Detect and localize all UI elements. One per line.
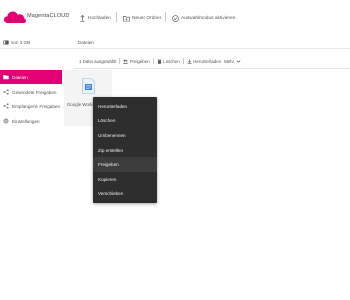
app-name: MagentaCLOUD [27,13,70,19]
select-mode-label: Auswahlmodus aktivieren [181,15,236,21]
top-bar: MagentaCLOUD Hochladen Neuer Ordner Ausw… [0,0,350,36]
divider [74,68,350,69]
new-folder-label: Neuer Ordner [132,15,162,21]
breadcrumb-root[interactable]: Dateien [74,40,94,45]
storage-icon [3,40,9,44]
sidebar-item-sent-shares[interactable]: Gesendete Freigaben [0,85,62,99]
sidebar-item-label: Dateien [12,74,28,80]
storage-indicator: von 3 GB [0,36,64,48]
menu-item-share[interactable]: Freigeben [93,157,157,172]
magenta-cloud-logo-icon[interactable] [4,10,26,24]
breadcrumb: Dateien [74,36,350,48]
divider [165,12,166,22]
more-label: Mehr [224,58,235,64]
menu-item-copy[interactable]: Kopieren [93,172,157,187]
selection-count: 1 Datei ausgewählt [79,58,117,64]
sidebar-item-settings[interactable]: Einstellungen [0,114,62,128]
share-label: Freigeben [129,58,150,64]
share-sent-icon [3,89,9,95]
sidebar-item-label: Empfangene Freigaben [12,103,61,109]
menu-item-move[interactable]: Verschieben [93,187,157,202]
sidebar-item-received-shares[interactable]: Empfangene Freigaben [0,99,62,113]
menu-item-delete[interactable]: Löschen [93,114,157,129]
sidebar-item-label: Gesendete Freigaben [12,89,57,95]
download-button[interactable]: Herunterladen [187,59,221,64]
share-button[interactable]: Freigeben [123,58,150,64]
divider [152,58,154,64]
document-icon [82,78,95,94]
delete-label: Löschen [163,58,180,64]
share-icon [123,59,129,64]
sidebar-item-files[interactable]: Dateien [0,70,62,84]
storage-label: von 3 GB [11,39,31,45]
divider [0,48,350,49]
more-button[interactable]: Mehr [224,59,241,64]
upload-label: Hochladen [88,15,111,21]
download-icon [187,58,192,64]
upload-button[interactable]: Hochladen [79,14,111,22]
menu-item-create-zip[interactable]: Zip erstellen [93,143,157,158]
menu-item-rename[interactable]: Umbenennen [93,128,157,143]
context-menu: Herunterladen Löschen Umbenennen Zip ers… [93,97,157,203]
trash-icon [157,59,162,64]
select-mode-button[interactable]: Auswahlmodus aktivieren [172,14,235,22]
divider [116,12,117,22]
new-folder-icon [123,15,130,21]
sidebar-item-label: Einstellungen [12,118,40,124]
check-circle-icon [172,14,179,22]
divider [119,58,121,64]
chevron-down-icon [236,59,241,63]
new-folder-button[interactable]: Neuer Ordner [123,14,161,22]
gear-icon [3,118,9,124]
menu-item-download[interactable]: Herunterladen [93,99,157,114]
divider [182,58,184,64]
upload-icon [80,14,85,22]
delete-button[interactable]: Löschen [157,59,180,64]
folder-icon [3,75,9,80]
selection-toolbar: 1 Datei ausgewählt Freigeben Löschen Her… [79,56,241,66]
share-received-icon [3,103,9,109]
download-label: Herunterladen [193,58,222,64]
